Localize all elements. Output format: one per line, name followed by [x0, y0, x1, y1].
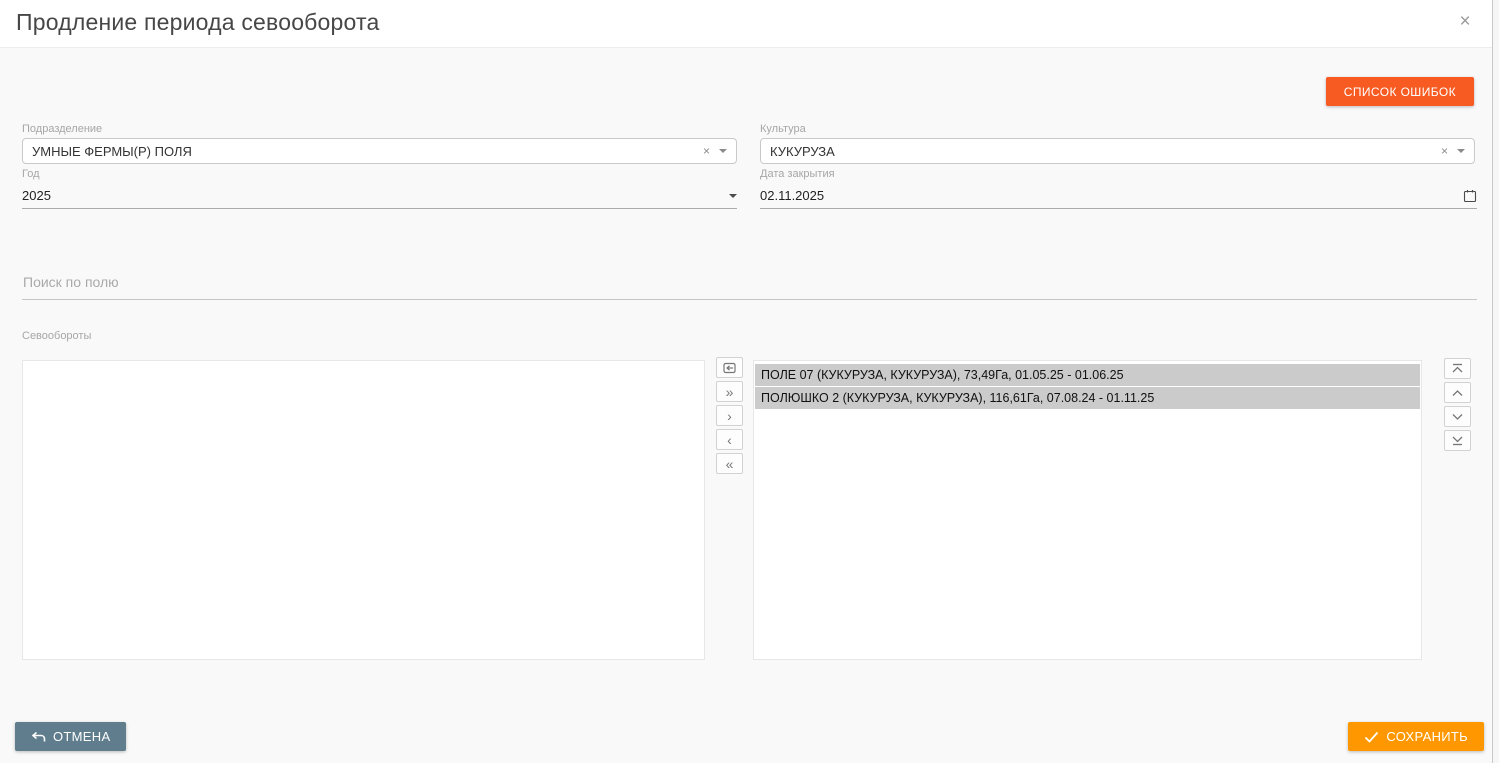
move-highlighted-left-button[interactable]: [716, 357, 743, 378]
rotations-label: Севообороты: [22, 330, 91, 342]
culture-value: КУКУРУЗА: [770, 144, 1441, 159]
year-label: Год: [22, 168, 737, 180]
clear-icon[interactable]: ×: [703, 145, 710, 157]
culture-field: Культура КУКУРУЗА ×: [760, 123, 1475, 164]
culture-select[interactable]: КУКУРУЗА ×: [760, 138, 1475, 164]
crop-rotation-extension-dialog: Продление периода севооборота × СПИСОК О…: [0, 0, 1499, 763]
search-input[interactable]: [22, 268, 1477, 300]
search-field: [22, 268, 1477, 300]
move-down-button[interactable]: [1444, 406, 1471, 427]
move-bottom-button[interactable]: [1444, 430, 1471, 451]
order-buttons: [1444, 358, 1471, 451]
division-label: Подразделение: [22, 123, 737, 135]
caret-down-icon[interactable]: [729, 194, 737, 198]
clear-icon[interactable]: ×: [1441, 145, 1448, 157]
error-list-button[interactable]: СПИСОК ОШИБОК: [1326, 77, 1474, 106]
division-value: УМНЫЕ ФЕРМЫ(Р) ПОЛЯ: [32, 144, 703, 159]
chevron-top-icon: [1451, 363, 1464, 374]
close-date-value: 02.11.2025: [760, 188, 1463, 203]
dialog-header: Продление периода севооборота ×: [0, 0, 1492, 48]
move-top-button[interactable]: [1444, 358, 1471, 379]
calendar-icon[interactable]: [1463, 189, 1477, 203]
selected-rotations-list[interactable]: ПОЛЕ 07 (КУКУРУЗА, КУКУРУЗА), 73,49Га, 0…: [753, 360, 1422, 660]
culture-label: Культура: [760, 123, 1475, 135]
division-field: Подразделение УМНЫЕ ФЕРМЫ(Р) ПОЛЯ ×: [22, 123, 737, 164]
save-button[interactable]: СОХРАНИТЬ: [1348, 722, 1484, 751]
cancel-label: ОТМЕНА: [53, 729, 110, 744]
close-icon[interactable]: ×: [1453, 10, 1477, 34]
move-all-right-button[interactable]: »: [716, 381, 743, 402]
chevron-bottom-icon: [1451, 435, 1464, 446]
move-all-left-button[interactable]: «: [716, 453, 743, 474]
year-value: 2025: [22, 188, 729, 203]
close-date-input[interactable]: 02.11.2025: [760, 183, 1477, 209]
save-label: СОХРАНИТЬ: [1386, 729, 1468, 744]
move-left-button[interactable]: ‹: [716, 429, 743, 450]
move-up-button[interactable]: [1444, 382, 1471, 403]
close-date-field: Дата закрытия 02.11.2025: [760, 168, 1477, 209]
page-title: Продление периода севооборота: [16, 9, 380, 36]
caret-down-icon[interactable]: [719, 149, 727, 153]
year-field: Год 2025: [22, 168, 737, 209]
list-item[interactable]: ПОЛЮШКО 2 (КУКУРУЗА, КУКУРУЗА), 116,61Га…: [755, 387, 1420, 409]
close-date-label: Дата закрытия: [760, 168, 1477, 180]
window-edge: [1492, 0, 1499, 763]
available-rotations-list[interactable]: [22, 360, 705, 660]
year-select[interactable]: 2025: [22, 183, 737, 209]
cancel-button[interactable]: ОТМЕНА: [15, 722, 126, 751]
list-item[interactable]: ПОЛЕ 07 (КУКУРУЗА, КУКУРУЗА), 73,49Га, 0…: [755, 364, 1420, 386]
division-select[interactable]: УМНЫЕ ФЕРМЫ(Р) ПОЛЯ ×: [22, 138, 737, 164]
chevron-down-icon: [1451, 413, 1464, 421]
caret-down-icon[interactable]: [1457, 149, 1465, 153]
chevron-up-icon: [1451, 389, 1464, 397]
box-arrow-left-icon: [722, 362, 737, 374]
move-right-button[interactable]: ›: [716, 405, 743, 426]
check-icon: [1364, 731, 1379, 743]
undo-icon: [31, 731, 46, 743]
transfer-buttons: » › ‹ «: [716, 357, 743, 474]
